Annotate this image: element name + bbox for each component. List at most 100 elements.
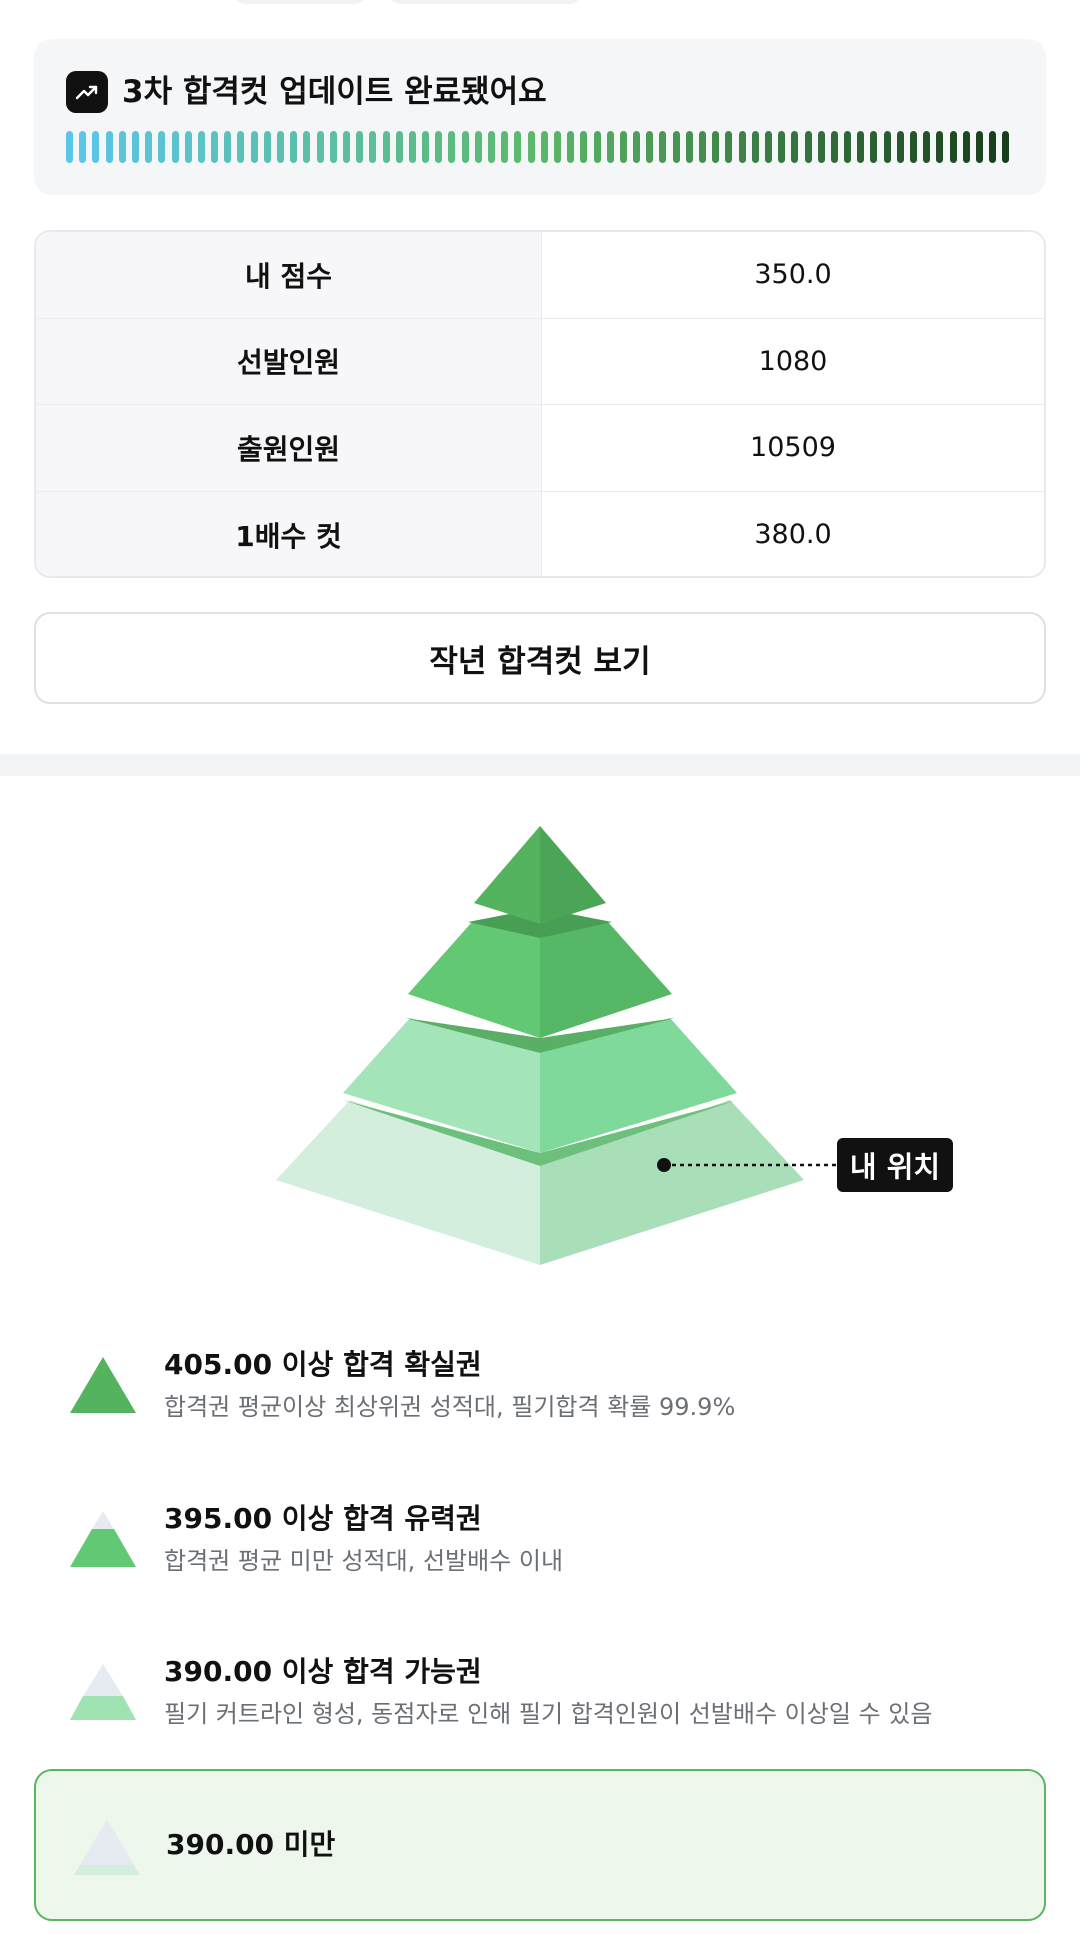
progress-bar-segment	[936, 131, 944, 163]
legend-item: 395.00 이상 합격 유력권 합격권 평균 미만 성적대, 선발배수 이내	[68, 1497, 1048, 1597]
progress-bar-segment	[105, 131, 113, 163]
legend-desc: 합격권 평균 미만 성적대, 선발배수 이내	[164, 1547, 564, 1575]
row-label: 선발인원	[36, 318, 542, 404]
row-label: 1배수 컷	[36, 491, 542, 576]
legend-title: 405.00 이상 합격 확실권	[164, 1348, 482, 1381]
progress-bar-segment	[356, 131, 364, 163]
progress-bar-segment	[725, 131, 733, 163]
progress-bar-segment	[197, 131, 205, 163]
progress-bar-segment	[685, 131, 693, 163]
row-value: 380.0	[754, 519, 832, 551]
progress-bar-segment	[290, 131, 298, 163]
progress-bar-segment	[659, 131, 667, 163]
progress-bar-segment	[883, 131, 891, 163]
filter-chip[interactable]	[230, 0, 370, 4]
banner-title: 3차 합격컷 업데이트 완료됐어요	[122, 74, 547, 110]
progress-bar-segment	[712, 131, 720, 163]
progress-bar-segment	[369, 131, 377, 163]
progress-bar-segment	[395, 131, 403, 163]
progress-bar-segment	[211, 131, 219, 163]
progress-bar-segment	[171, 131, 179, 163]
row-label: 내 점수	[36, 232, 542, 318]
progress-bar-segment	[580, 131, 588, 163]
progress-bar-segment	[250, 131, 258, 163]
progress-bar-segment	[277, 131, 284, 163]
progress-bar-segment	[79, 131, 87, 163]
page: 3차 합격컷 업데이트 완료됐어요 내 점수 350.0 선발인원 1080 출…	[0, 0, 1080, 1934]
score-pyramid	[276, 826, 838, 1265]
pyramid-tier-2-right	[540, 922, 672, 1038]
progress-bar-segment	[303, 131, 311, 163]
progress-bar-segment	[949, 131, 957, 163]
progress-bar-segment	[791, 131, 799, 163]
legend-title: 390.00 미만	[166, 1828, 336, 1861]
pyramid-tier-2-left	[408, 922, 540, 1038]
progress-bar-segment	[158, 131, 166, 163]
progress-bar-segment	[527, 131, 535, 163]
progress-bar-segment	[540, 131, 548, 163]
progress-bar-segment	[910, 131, 917, 163]
last-year-cutoff-button[interactable]: 작년 합격컷 보기	[34, 612, 1046, 704]
row-value: 10509	[750, 432, 836, 464]
progress-bar-segment	[514, 131, 522, 163]
progress-bar-segment	[224, 131, 232, 163]
progress-bar-segment	[474, 131, 482, 163]
progress-bar-segment	[408, 131, 416, 163]
progress-bar-segment	[435, 131, 443, 163]
progress-bar-segment	[817, 131, 825, 163]
progress-bar-segment	[844, 131, 852, 163]
progress-bar-segment	[342, 131, 350, 163]
progress-bar-segment	[553, 131, 561, 163]
filter-chip[interactable]	[385, 0, 585, 4]
progress-bar-segment	[263, 131, 271, 163]
legend-item: 405.00 이상 합격 확실권 합격권 평균이상 최상위권 성적대, 필기합격…	[68, 1343, 1048, 1443]
progress-bar-segment	[646, 131, 654, 163]
legend-item-selected[interactable]: 390.00 미만	[34, 1769, 1046, 1921]
progress-bar-segment	[870, 131, 878, 163]
progress-bar-segment	[461, 131, 469, 163]
progress-bar-segment	[672, 131, 680, 163]
update-progress-bars	[66, 131, 1010, 163]
progress-bar-segment	[131, 131, 139, 163]
progress-bar-segment	[501, 131, 509, 163]
score-info-table: 내 점수 350.0 선발인원 1080 출원인원 10509 1배수 컷 38…	[34, 230, 1046, 578]
row-value: 350.0	[754, 259, 832, 291]
legend-item: 390.00 이상 합격 가능권 필기 커트라인 형성, 동점자로 인해 필기 …	[68, 1650, 1048, 1750]
progress-bar-segment	[989, 131, 997, 163]
pyramid-tier-1-left	[474, 826, 540, 924]
progress-bar-segment	[764, 131, 772, 163]
progress-bar-segment	[606, 131, 614, 163]
progress-bar-segment	[923, 131, 931, 163]
section-divider	[0, 754, 1080, 776]
progress-bar-segment	[896, 131, 904, 163]
table-row: 내 점수 350.0	[36, 232, 1044, 319]
legend-desc: 필기 커트라인 형성, 동점자로 인해 필기 합격인원이 선발배수 이상일 수 …	[164, 1700, 933, 1728]
progress-bar-segment	[118, 131, 126, 163]
legend-title: 390.00 이상 합격 가능권	[164, 1655, 482, 1688]
top-filter-chips	[0, 0, 1080, 14]
trending-up-icon	[66, 71, 108, 113]
progress-bar-segment	[488, 131, 495, 163]
progress-bar-segment	[66, 131, 73, 163]
progress-bar-segment	[382, 131, 390, 163]
progress-bar-segment	[804, 131, 812, 163]
my-position-tag: 내 위치	[837, 1138, 953, 1192]
progress-bar-segment	[92, 131, 100, 163]
progress-bar-segment	[830, 131, 838, 163]
progress-bar-segment	[145, 131, 153, 163]
tier-2-triangle-icon	[70, 1511, 136, 1567]
progress-bar-segment	[567, 131, 575, 163]
progress-bar-segment	[329, 131, 337, 163]
table-row: 선발인원 1080	[36, 318, 1044, 405]
table-row: 출원인원 10509	[36, 405, 1044, 492]
progress-bar-segment	[593, 131, 601, 163]
legend-title: 395.00 이상 합격 유력권	[164, 1502, 482, 1535]
legend-desc: 합격권 평균이상 최상위권 성적대, 필기합격 확률 99.9%	[164, 1393, 736, 1421]
my-position-dot	[657, 1158, 671, 1172]
progress-bar-segment	[633, 131, 641, 163]
update-banner: 3차 합격컷 업데이트 완료됐어요	[34, 39, 1046, 195]
progress-bar-segment	[184, 131, 192, 163]
row-value: 1080	[758, 345, 828, 377]
progress-bar-segment	[778, 131, 786, 163]
progress-bar-segment	[619, 131, 627, 163]
